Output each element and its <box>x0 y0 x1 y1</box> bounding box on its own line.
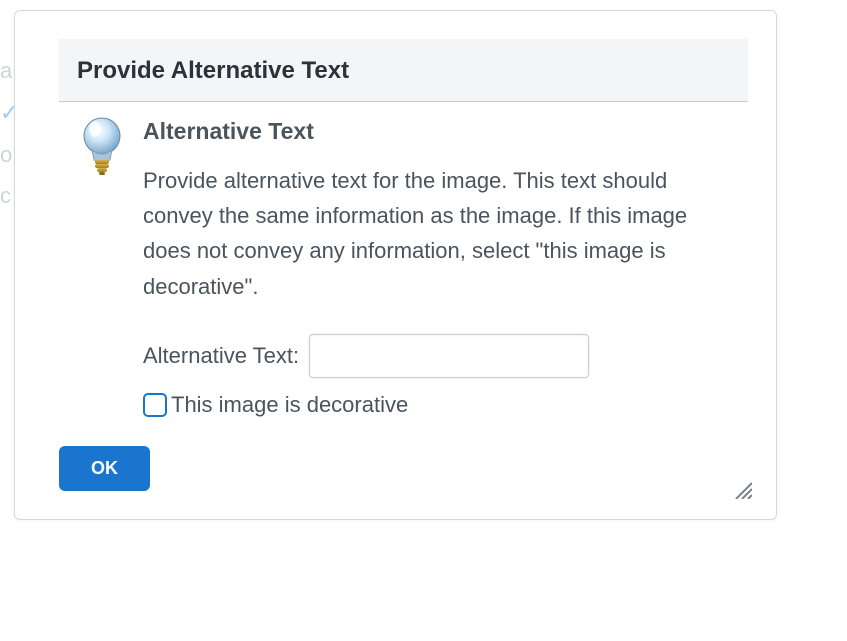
ok-button[interactable]: OK <box>59 446 150 491</box>
decorative-checkbox[interactable] <box>143 393 167 417</box>
alt-text-label: Alternative Text: <box>143 343 299 369</box>
decorative-checkbox-label: This image is decorative <box>171 392 408 418</box>
dialog-footer: OK <box>15 418 776 491</box>
resize-handle-icon[interactable] <box>732 479 752 499</box>
decorative-checkbox-row: This image is decorative <box>143 392 736 418</box>
section-title: Alternative Text <box>143 118 736 145</box>
dialog-body: Alternative Text Provide alternative tex… <box>15 102 776 418</box>
alt-text-input[interactable] <box>309 334 589 378</box>
alt-text-dialog: Provide Alternative Text <box>14 10 777 520</box>
description-text: Provide alternative text for the image. … <box>143 163 736 304</box>
lightbulb-icon <box>79 116 125 178</box>
dialog-header: Provide Alternative Text <box>59 39 748 102</box>
dialog-title: Provide Alternative Text <box>77 57 730 85</box>
dialog-content: Alternative Text Provide alternative tex… <box>143 116 736 418</box>
alt-text-field-row: Alternative Text: <box>143 334 736 378</box>
